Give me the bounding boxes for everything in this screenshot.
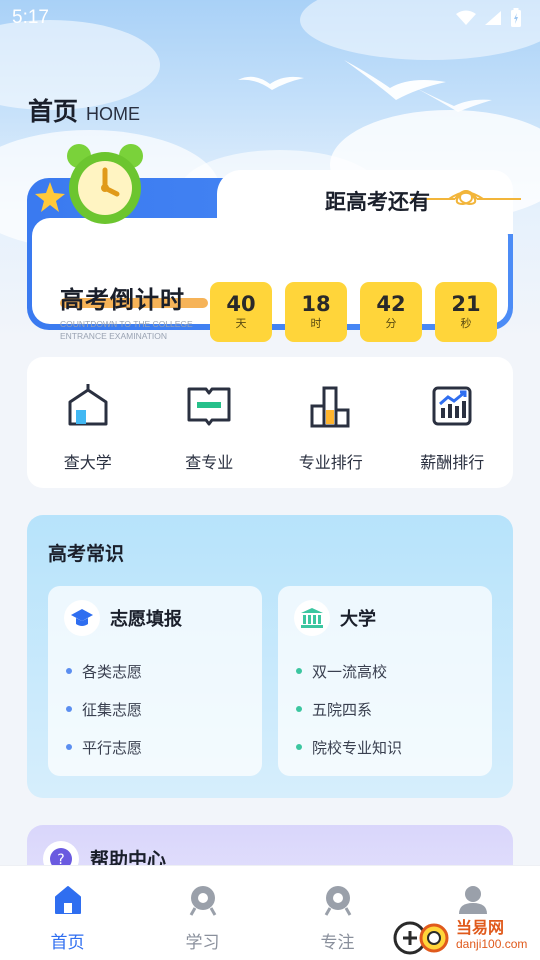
countdown-tab-label: 距高考还有 <box>325 190 430 214</box>
panel-application[interactable]: 志愿填报 各类志愿 征集志愿 平行志愿 <box>48 586 262 776</box>
battery-icon <box>511 8 521 27</box>
list-item-label: 五院四系 <box>312 700 373 719</box>
salary-chart-icon <box>429 383 475 429</box>
panel-header: 大学 <box>294 600 376 636</box>
list-item[interactable]: 各类志愿 <box>66 652 142 690</box>
status-time: 5:17 <box>12 7 49 28</box>
nav-focus[interactable]: 专注 <box>270 866 405 960</box>
tool-label: 专业排行 <box>298 453 363 472</box>
tool-salary-ranking[interactable]: 薪酬排行 <box>392 357 514 488</box>
countdown-title: 高考倒计时 <box>60 286 185 314</box>
watermark-logo-icon <box>393 921 449 955</box>
book-icon <box>186 383 232 429</box>
bullet-dot <box>296 744 302 750</box>
focus-icon <box>320 882 356 918</box>
countdown-inner: 高考倒计时 COUNTDOWN TO THE COLLEGE ENTRANCE … <box>32 218 508 342</box>
watermark-name: 当易网 <box>456 918 505 937</box>
bird-illustration <box>416 88 492 112</box>
list-item-label: 双一流高校 <box>312 662 388 681</box>
tools-card: 查大学 查专业 专业排行 薪酬排行 <box>27 357 513 488</box>
page-subtitle: HOME <box>86 104 141 124</box>
bar-chart-icon <box>308 383 354 429</box>
bullet-dot <box>296 706 302 712</box>
bird-illustration <box>238 76 304 90</box>
list-item[interactable]: 五院四系 <box>296 690 402 728</box>
list-item-label: 各类志愿 <box>82 662 143 681</box>
building-icon <box>294 600 330 636</box>
tool-label: 查大学 <box>63 453 112 472</box>
alarm-clock-icon <box>67 144 143 224</box>
bullet-dot <box>296 668 302 674</box>
nav-home[interactable]: 首页 <box>0 866 135 960</box>
countdown-seconds: 21 秒 <box>435 282 497 342</box>
list-item[interactable]: 平行志愿 <box>66 728 142 766</box>
countdown-value: 42 <box>376 292 406 316</box>
bullet-dot <box>66 744 72 750</box>
list-item[interactable]: 双一流高校 <box>296 652 402 690</box>
countdown-unit: 秒 <box>460 317 472 330</box>
list-item-label: 平行志愿 <box>82 738 143 757</box>
list-item-label: 院校专业知识 <box>312 738 403 757</box>
countdown-value: 21 <box>451 292 481 316</box>
signal-icon <box>485 11 501 25</box>
bullet-dot <box>66 706 72 712</box>
page-heading: 首页 HOME <box>28 92 140 128</box>
countdown-value: 18 <box>301 292 331 316</box>
countdown-subtitle: COUNTDOWN TO THE COLLEGE ENTRANCE EXAMIN… <box>60 319 193 341</box>
wifi-icon <box>456 10 476 25</box>
home-icon <box>50 882 86 918</box>
user-icon <box>455 882 491 918</box>
countdown-boxes: 40 天 18 时 42 分 21 秒 <box>210 282 497 342</box>
graduation-cap-icon <box>64 600 100 636</box>
status-icons <box>456 8 522 28</box>
tool-university[interactable]: 查大学 <box>27 357 149 488</box>
tool-label: 查专业 <box>185 453 234 472</box>
panel-title: 大学 <box>340 609 376 630</box>
nav-study[interactable]: 学习 <box>135 866 270 960</box>
ribbon-decoration-icon <box>448 189 521 206</box>
watermark-url: danji100.com <box>456 937 528 951</box>
list-item[interactable]: 征集志愿 <box>66 690 142 728</box>
panel-header: 志愿填报 <box>64 600 182 636</box>
knowledge-card: 高考常识 志愿填报 各类志愿 征集志愿 平行志愿 大学 双一流高校 五院四系 院… <box>27 515 513 798</box>
tool-label: 薪酬排行 <box>420 453 485 472</box>
countdown-card[interactable]: 距高考还有 高考倒计时 COUNTDOWN TO THE COLLEGE ENT… <box>27 144 521 342</box>
nav-label: 专注 <box>320 933 355 953</box>
panel-list: 各类志愿 征集志愿 平行志愿 <box>66 652 142 766</box>
panel-university[interactable]: 大学 双一流高校 五院四系 院校专业知识 <box>278 586 492 776</box>
tool-major-ranking[interactable]: 专业排行 <box>270 357 392 488</box>
panel-list: 双一流高校 五院四系 院校专业知识 <box>296 652 402 766</box>
page-title: 首页 <box>28 97 79 126</box>
study-icon <box>185 882 221 918</box>
knowledge-title: 高考常识 <box>48 543 125 565</box>
nav-label: 首页 <box>50 933 85 953</box>
countdown-value: 40 <box>226 292 256 316</box>
countdown-unit: 时 <box>310 317 322 330</box>
bullet-dot <box>66 668 72 674</box>
countdown-hours: 18 时 <box>285 282 347 342</box>
countdown-days: 40 天 <box>210 282 272 342</box>
panel-title: 志愿填报 <box>110 609 182 630</box>
nav-label: 学习 <box>185 933 220 953</box>
watermark: 当易网 danji100.com <box>392 916 527 956</box>
countdown-unit: 天 <box>235 317 247 330</box>
watermark-text: 当易网 danji100.com <box>456 920 527 952</box>
countdown-unit: 分 <box>385 317 397 330</box>
status-bar: 5:17 <box>0 0 540 36</box>
list-item[interactable]: 院校专业知识 <box>296 728 402 766</box>
list-item-label: 征集志愿 <box>82 700 143 719</box>
university-icon <box>65 383 111 429</box>
tool-major[interactable]: 查专业 <box>149 357 271 488</box>
countdown-minutes: 42 分 <box>360 282 422 342</box>
